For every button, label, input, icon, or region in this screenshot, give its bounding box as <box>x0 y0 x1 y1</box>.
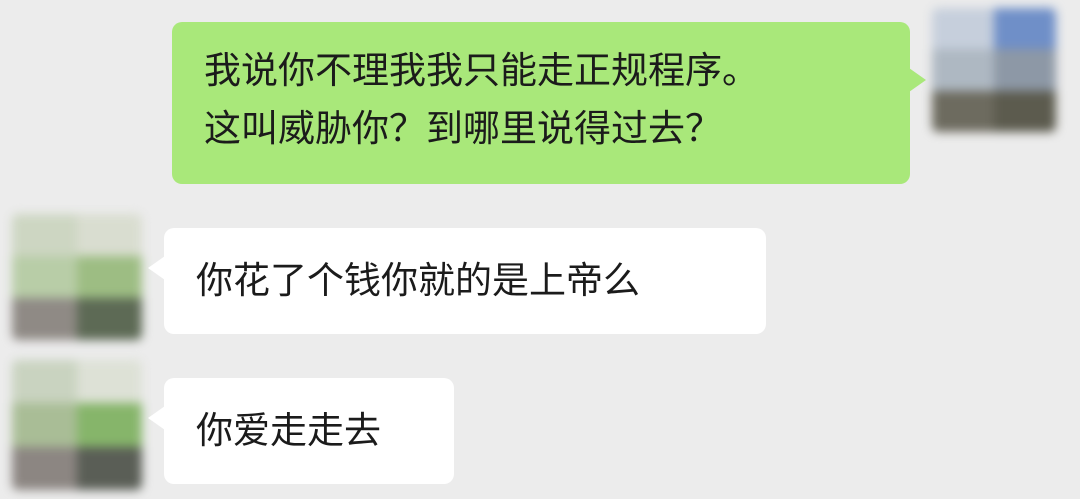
message-text: 这叫威胁你？到哪里说得过去？ <box>204 107 722 150</box>
chat-area[interactable]: 我说你不理我我只能走正规程序。 这叫威胁你？到哪里说得过去？ 你花了个钱你就的是… <box>0 0 1080 499</box>
contact-avatar[interactable] <box>12 214 142 340</box>
contact-avatar[interactable] <box>12 360 142 490</box>
message-bubble-incoming[interactable]: 你花了个钱你就的是上帝么 <box>148 228 766 334</box>
message-text: 你花了个钱你就的是上帝么 <box>196 259 640 302</box>
message-bubble-outgoing[interactable]: 我说你不理我我只能走正规程序。 这叫威胁你？到哪里说得过去？ <box>172 22 926 184</box>
my-avatar[interactable] <box>932 8 1056 132</box>
message-text: 我说你不理我我只能走正规程序。 <box>204 49 759 92</box>
message-bubble-incoming[interactable]: 你爱走走去 <box>148 378 454 484</box>
message-text: 你爱走走去 <box>196 409 381 452</box>
